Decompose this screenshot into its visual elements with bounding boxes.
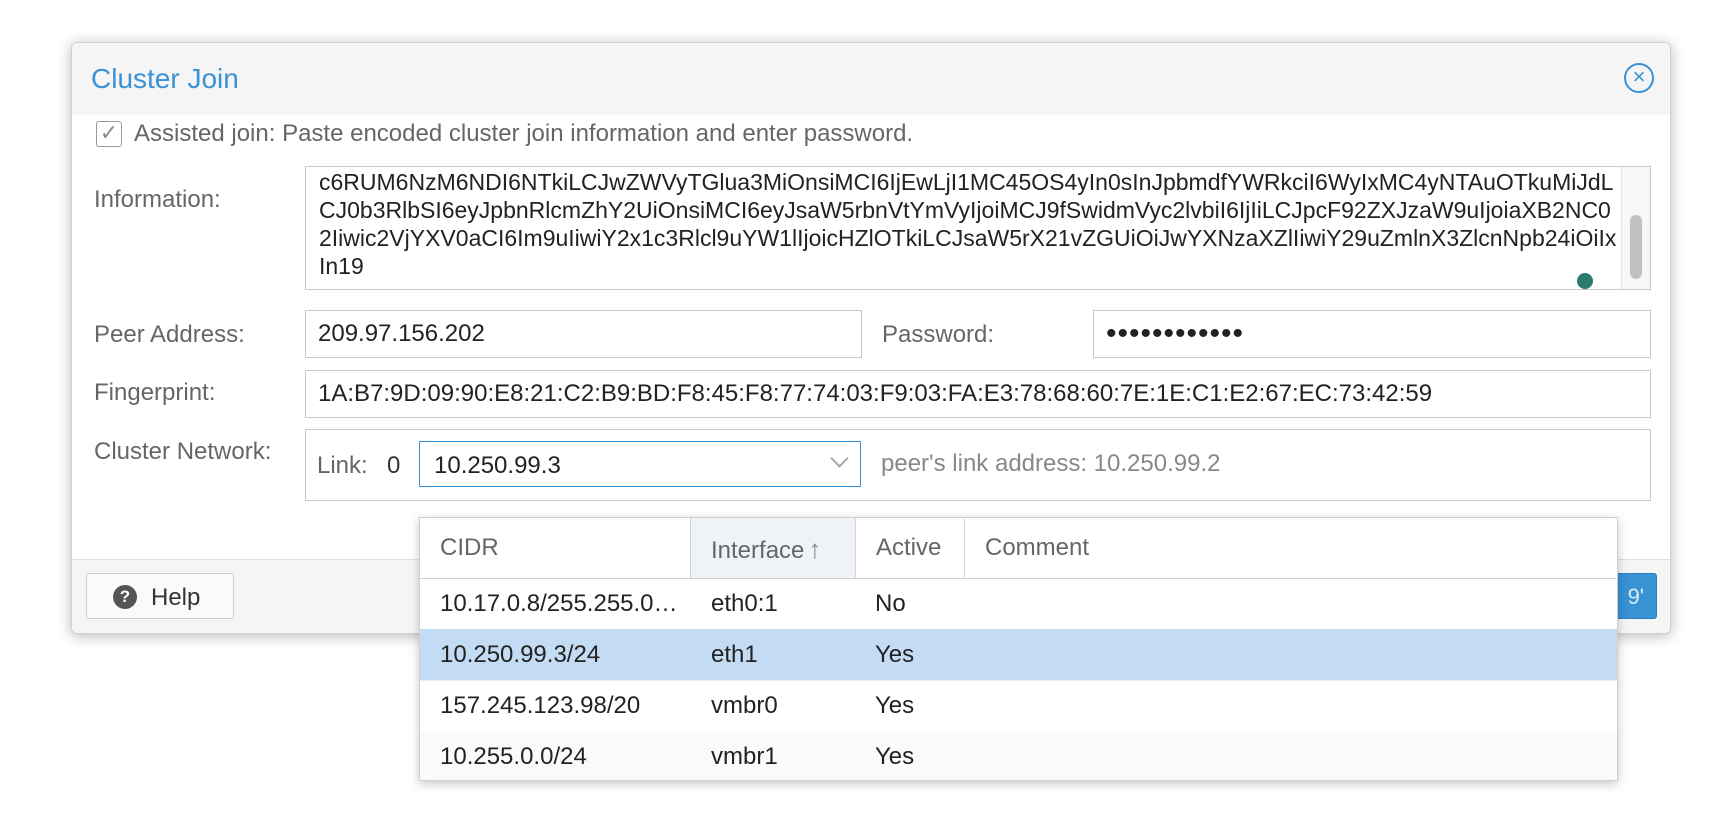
sort-ascending-icon: ↑ [808,534,822,564]
grid-row[interactable]: 10.255.0.0/24 vmbr1 Yes [420,731,1617,780]
join-button-label: 9' [1627,584,1644,609]
password-input[interactable]: •••••••••••• [1093,310,1651,358]
network-dropdown-grid: CIDR Interface ↑ Active Comment 10.17.0.8… [419,517,1618,781]
column-header-active[interactable]: Active [856,518,965,578]
cell-interface: eth1 [711,641,758,668]
link-label: Link: [317,452,368,479]
information-textarea[interactable]: c6RUM6NzM6NDI6NTkiLCJwZWVyTGlua3MiOnsiMC… [305,166,1651,290]
dialog-title: Cluster Join [91,63,239,94]
peer-link-address: peer's link address: 10.250.99.2 [881,450,1221,477]
grid-row[interactable]: 157.245.123.98/20 vmbr0 Yes [420,680,1617,732]
information-text: c6RUM6NzM6NDI6NTkiLCJwZWVyTGlua3MiOnsiMC… [319,169,1617,279]
assisted-join-checkbox[interactable]: ✓ [96,121,122,147]
fingerprint-input[interactable]: 1A:B7:9D:09:90:E8:21:C2:B9:BD:F8:45:F8:7… [305,370,1651,418]
help-icon: ? [113,585,137,609]
help-label: Help [151,584,201,611]
cell-cidr: 10.17.0.8/255.255.0… [440,590,678,617]
fingerprint-label: Fingerprint: [94,379,216,406]
cell-active: Yes [875,641,915,668]
peer-address-input[interactable]: 209.97.156.202 [305,310,862,358]
column-header-cidr[interactable]: CIDR [420,518,691,578]
dialog-header: Cluster Join × [72,43,1670,115]
chevron-down-icon[interactable] [830,449,849,468]
help-button[interactable]: ? Help [86,573,234,619]
link-select-value: 10.250.99.3 [434,452,561,479]
cell-active: Yes [875,692,915,719]
link-number: 0 [387,452,401,479]
information-label: Information: [94,186,221,213]
cell-cidr: 10.255.0.0/24 [440,743,587,770]
cell-interface: vmbr1 [711,743,778,770]
cell-cidr: 157.245.123.98/20 [440,692,641,719]
cell-interface: vmbr0 [711,692,778,719]
cell-interface: eth0:1 [711,590,778,617]
scrollbar-thumb[interactable] [1630,215,1642,279]
cell-cidr: 10.250.99.3/24 [440,641,601,668]
cell-active: No [875,590,906,617]
close-icon[interactable]: × [1624,63,1654,93]
cluster-network-label: Cluster Network: [94,438,272,465]
grid-header: CIDR Interface ↑ Active Comment [420,518,1617,579]
password-label: Password: [882,321,995,348]
information-scrollbar[interactable] [1621,167,1650,289]
column-header-interface[interactable]: Interface ↑ [691,518,856,578]
assisted-join-label: Assisted join: Paste encoded cluster joi… [134,120,914,147]
peer-address-label: Peer Address: [94,321,245,348]
link-address-select[interactable]: 10.250.99.3 [419,441,861,487]
cluster-network-box: Link: 0 10.250.99.3 peer's link address:… [305,429,1651,501]
grid-row[interactable]: 10.17.0.8/255.255.0… eth0:1 No [420,578,1617,630]
grid-row-selected[interactable]: 10.250.99.3/24 eth1 Yes [420,629,1617,681]
column-header-comment[interactable]: Comment [965,518,1617,578]
cell-active: Yes [875,743,915,770]
mouse-cursor [1577,273,1593,289]
